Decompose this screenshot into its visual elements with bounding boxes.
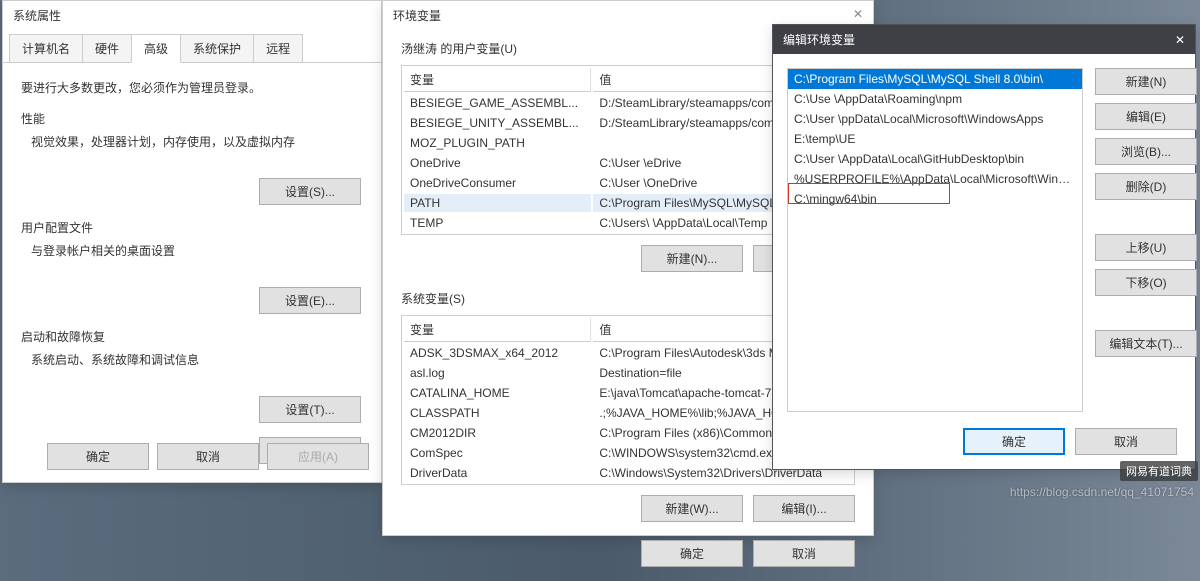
startup-recovery-group: 启动和故障恢复 系统启动、系统故障和调试信息 设置(T)... xyxy=(21,328,363,423)
close-icon[interactable]: ✕ xyxy=(1175,33,1185,47)
settings-profiles-button[interactable]: 设置(E)... xyxy=(259,287,361,314)
group-title: 用户配置文件 xyxy=(21,219,363,236)
tab-strip: 计算机名 硬件 高级 系统保护 远程 xyxy=(3,34,381,63)
edit-env-var-window: 编辑环境变量 ✕ C:\Program Files\MySQL\MySQL Sh… xyxy=(772,24,1196,470)
settings-performance-button[interactable]: 设置(S)... xyxy=(259,178,361,205)
list-item[interactable]: C:\Program Files\MySQL\MySQL Shell 8.0\b… xyxy=(788,69,1082,89)
col-variable[interactable]: 变量 xyxy=(404,318,591,342)
cancel-button[interactable]: 取消 xyxy=(1075,428,1177,455)
list-item[interactable]: C:\Use \AppData\Roaming\npm xyxy=(788,89,1082,109)
group-desc: 系统启动、系统故障和调试信息 xyxy=(31,351,363,368)
group-desc: 与登录帐户相关的桌面设置 xyxy=(31,242,363,259)
new-button[interactable]: 新建(N) xyxy=(1095,68,1197,95)
dialog-buttons: 确定 取消 xyxy=(963,428,1177,455)
path-list[interactable]: C:\Program Files\MySQL\MySQL Shell 8.0\b… xyxy=(787,68,1083,412)
list-item[interactable]: C:\mingw64\bin xyxy=(788,189,1082,209)
close-icon[interactable]: ✕ xyxy=(853,7,863,21)
list-item[interactable]: C:\User \ppData\Local\Microsoft\WindowsA… xyxy=(788,109,1082,129)
performance-group: 性能 视觉效果，处理器计划，内存使用，以及虚拟内存 设置(S)... xyxy=(21,110,363,205)
admin-notice: 要进行大多数更改，您必须作为管理员登录。 xyxy=(21,79,363,96)
new-user-var-button[interactable]: 新建(N)... xyxy=(641,245,743,272)
sysprops-body: 要进行大多数更改，您必须作为管理员登录。 性能 视觉效果，处理器计划，内存使用，… xyxy=(3,63,381,474)
dictionary-tooltip: 网易有道词典 xyxy=(1120,461,1198,481)
group-desc: 视觉效果，处理器计划，内存使用，以及虚拟内存 xyxy=(31,133,363,150)
ok-button[interactable]: 确定 xyxy=(641,540,743,567)
apply-button[interactable]: 应用(A) xyxy=(267,443,369,470)
window-title: 系统属性 xyxy=(3,1,381,30)
tab-computer-name[interactable]: 计算机名 xyxy=(9,34,83,62)
dialog-buttons: 确定 取消 应用(A) xyxy=(47,443,369,470)
edit-button[interactable]: 编辑(E) xyxy=(1095,103,1197,130)
window-title: 编辑环境变量 xyxy=(783,31,855,48)
system-properties-window: 系统属性 计算机名 硬件 高级 系统保护 远程 要进行大多数更改，您必须作为管理… xyxy=(2,0,382,483)
user-profiles-group: 用户配置文件 与登录帐户相关的桌面设置 设置(E)... xyxy=(21,219,363,314)
tab-advanced[interactable]: 高级 xyxy=(131,34,181,63)
edit-sys-var-button[interactable]: 编辑(I)... xyxy=(753,495,855,522)
list-item[interactable]: %USERPROFILE%\AppData\Local\Microsoft\Wi… xyxy=(788,169,1082,189)
group-title: 启动和故障恢复 xyxy=(21,328,363,345)
tab-remote[interactable]: 远程 xyxy=(253,34,303,62)
cancel-button[interactable]: 取消 xyxy=(157,443,259,470)
ok-button[interactable]: 确定 xyxy=(963,428,1065,455)
list-item[interactable]: E:\temp\UE xyxy=(788,129,1082,149)
tab-system-protection[interactable]: 系统保护 xyxy=(180,34,254,62)
settings-startup-button[interactable]: 设置(T)... xyxy=(259,396,361,423)
col-variable[interactable]: 变量 xyxy=(404,68,591,92)
move-down-button[interactable]: 下移(O) xyxy=(1095,269,1197,296)
ok-button[interactable]: 确定 xyxy=(47,443,149,470)
move-up-button[interactable]: 上移(U) xyxy=(1095,234,1197,261)
list-item[interactable]: C:\User \AppData\Local\GitHubDesktop\bin xyxy=(788,149,1082,169)
delete-button[interactable]: 删除(D) xyxy=(1095,173,1197,200)
cancel-button[interactable]: 取消 xyxy=(753,540,855,567)
group-title: 性能 xyxy=(21,110,363,127)
browse-button[interactable]: 浏览(B)... xyxy=(1095,138,1197,165)
tab-hardware[interactable]: 硬件 xyxy=(82,34,132,62)
new-sys-var-button[interactable]: 新建(W)... xyxy=(641,495,743,522)
edit-text-button[interactable]: 编辑文本(T)... xyxy=(1095,330,1197,357)
watermark-text: https://blog.csdn.net/qq_41071754 xyxy=(1010,485,1194,499)
side-buttons: 新建(N) 编辑(E) 浏览(B)... 删除(D) 上移(U) 下移(O) 编… xyxy=(1095,68,1181,412)
